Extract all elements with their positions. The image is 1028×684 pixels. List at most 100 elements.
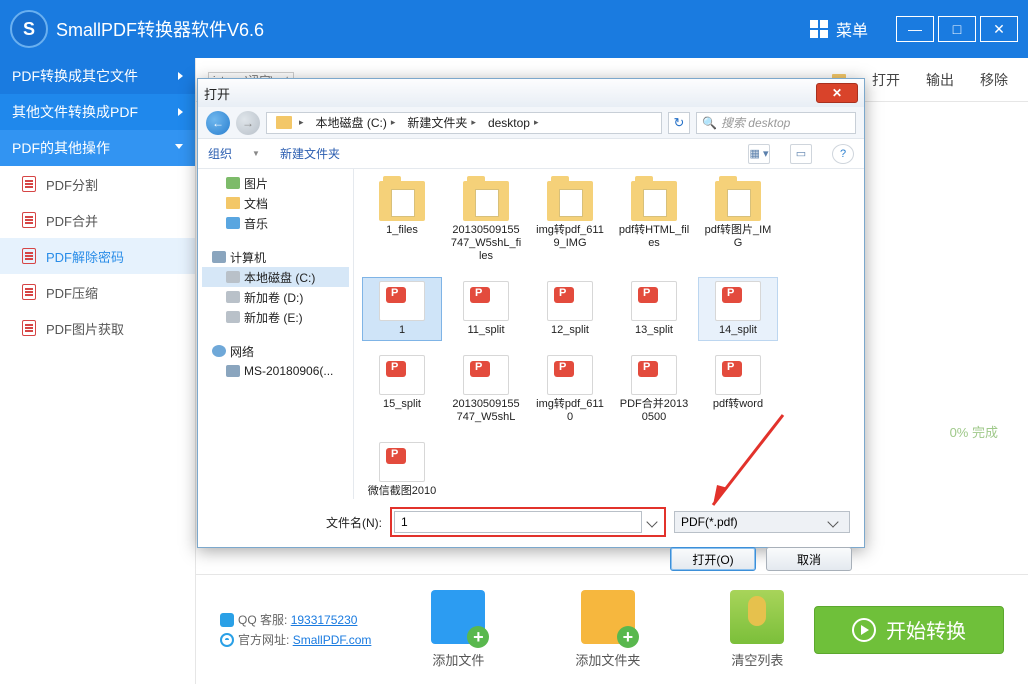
tool-output[interactable]: 输出 [926,70,954,90]
organize-menu[interactable]: 组织 [208,145,232,162]
tool-remove[interactable]: 移除 [980,70,1008,90]
nav-item-split[interactable]: PDF分割 [0,166,195,202]
minimize-button[interactable]: — [896,16,934,42]
menu-grid-icon [810,20,828,38]
nav-item-merge[interactable]: PDF合并 [0,202,195,238]
support-info: QQ 客服: 1933175230 官方网址: SmallPDF.com [220,610,371,650]
help-button[interactable]: ? [832,144,854,164]
file-label: 14_split [719,324,757,337]
tool-open[interactable]: 打开 [872,70,900,90]
network-icon [212,345,226,357]
file-item[interactable]: 11_split [446,277,526,341]
app-logo-icon: S [10,10,48,48]
filename-dropdown-icon[interactable] [646,516,657,527]
file-item[interactable]: 13_split [614,277,694,341]
dialog-close-button[interactable]: ✕ [816,83,858,103]
file-label: 微信截图20100512 [366,485,438,499]
music-icon [226,217,240,229]
nav-item-compress[interactable]: PDF压缩 [0,274,195,310]
file-item[interactable]: 1 [362,277,442,341]
nav-item-extract-images[interactable]: PDF图片获取 [0,310,195,346]
file-label: 15_split [383,398,421,411]
file-label: 20130509155747_W5shL [450,398,522,424]
disk-icon [226,291,240,303]
pc-icon [226,365,240,377]
file-item[interactable]: 20130509155747_W5shL_files [446,177,526,267]
dialog-address-bar: ← → ▸ 本地磁盘 (C:)▸ 新建文件夹▸ desktop▸ ↻ 🔍搜索 d… [198,107,864,139]
pdf-file-icon [631,355,677,395]
dialog-cancel-button[interactable]: 取消 [766,547,852,571]
start-convert-button[interactable]: 开始转换 [814,606,1004,654]
pdf-icon [22,320,36,336]
filetype-select[interactable]: PDF(*.pdf) [674,511,850,533]
file-item[interactable]: img转pdf_6110 [530,351,610,428]
file-item[interactable]: 15_split [362,351,442,428]
back-button[interactable]: ← [206,111,230,135]
breadcrumb[interactable]: ▸ 本地磁盘 (C:)▸ 新建文件夹▸ desktop▸ [266,112,662,134]
view-mode-button[interactable]: ▦ ▾ [748,144,770,164]
nav-section-1[interactable]: PDF转换成其它文件 [0,58,195,94]
pdf-icon [22,284,36,300]
file-item[interactable]: 1_files [362,177,442,267]
nav-section-2[interactable]: 其他文件转换成PDF [0,94,195,130]
progress-indicator: 0% 完成 [950,422,998,441]
file-item[interactable]: 微信截图20100512 [362,438,442,499]
file-label: pdf转HTML_files [618,224,690,250]
file-item[interactable]: pdf转HTML_files [614,177,694,267]
search-input[interactable]: 🔍搜索 desktop [696,112,856,134]
pdf-file-icon [379,281,425,321]
folder-icon [547,181,593,221]
close-button[interactable]: ✕ [980,16,1018,42]
nav-section-3[interactable]: PDF的其他操作 [0,130,195,166]
preview-pane-button[interactable]: ▭ [790,144,812,164]
maximize-button[interactable]: □ [938,16,976,42]
qq-icon [220,613,234,627]
folder-icon [631,181,677,221]
forward-button[interactable]: → [236,111,260,135]
bottom-bar: QQ 客服: 1933175230 官方网址: SmallPDF.com 添加文… [196,574,1028,684]
file-item[interactable]: PDF合并20130500 [614,351,694,428]
dialog-title-bar[interactable]: 打开 ✕ [198,79,864,107]
open-dialog: 打开 ✕ ← → ▸ 本地磁盘 (C:)▸ 新建文件夹▸ desktop▸ ↻ … [197,78,865,548]
folder-tree[interactable]: 图片 文档 音乐 计算机 本地磁盘 (C:) 新加卷 (D:) 新加卷 (E:)… [198,169,354,499]
search-icon: 🔍 [702,116,717,130]
file-label: 1 [399,324,405,337]
file-label: img转pdf_6110 [534,398,606,424]
folder-icon [715,181,761,221]
file-item[interactable]: pdf转图片_IMG [698,177,778,267]
nav-item-unlock[interactable]: PDF解除密码 [0,238,195,274]
pdf-file-icon [547,281,593,321]
filename-highlight [390,507,666,537]
file-label: pdf转word [713,398,763,411]
add-folder-button[interactable]: 添加文件夹 [575,590,640,669]
chevron-right-icon [178,72,183,80]
filename-input[interactable] [394,511,642,533]
file-label: 20130509155747_W5shL_files [450,224,522,263]
site-link[interactable]: SmallPDF.com [293,633,372,647]
dialog-open-button[interactable]: 打开(O) [670,547,756,571]
disk-icon [226,311,240,323]
file-item[interactable]: 14_split [698,277,778,341]
add-file-button[interactable]: 添加文件 [431,590,485,669]
file-item[interactable]: img转pdf_6119_IMG [530,177,610,267]
file-item[interactable]: pdf转word [698,351,778,428]
pdf-file-icon [715,281,761,321]
refresh-button[interactable]: ↻ [668,112,690,134]
pdf-icon [22,176,36,192]
file-item[interactable]: 20130509155747_W5shL [446,351,526,428]
side-nav: PDF转换成其它文件 其他文件转换成PDF PDF的其他操作 PDF分割 PDF… [0,58,196,684]
menu-button[interactable]: 菜单 [810,17,868,41]
disk-icon [226,271,240,283]
file-label: 11_split [467,324,504,337]
clear-list-button[interactable]: 清空列表 [730,590,784,669]
file-grid[interactable]: 1_files20130509155747_W5shL_filesimg转pdf… [354,169,864,499]
pdf-icon [22,248,36,264]
documents-icon [226,197,240,209]
folder-icon [463,181,509,221]
file-item[interactable]: 12_split [530,277,610,341]
pictures-icon [226,177,240,189]
qq-link[interactable]: 1933175230 [291,613,358,627]
new-folder-button[interactable]: 新建文件夹 [280,145,340,162]
pdf-icon [22,212,36,228]
pdf-file-icon [631,281,677,321]
